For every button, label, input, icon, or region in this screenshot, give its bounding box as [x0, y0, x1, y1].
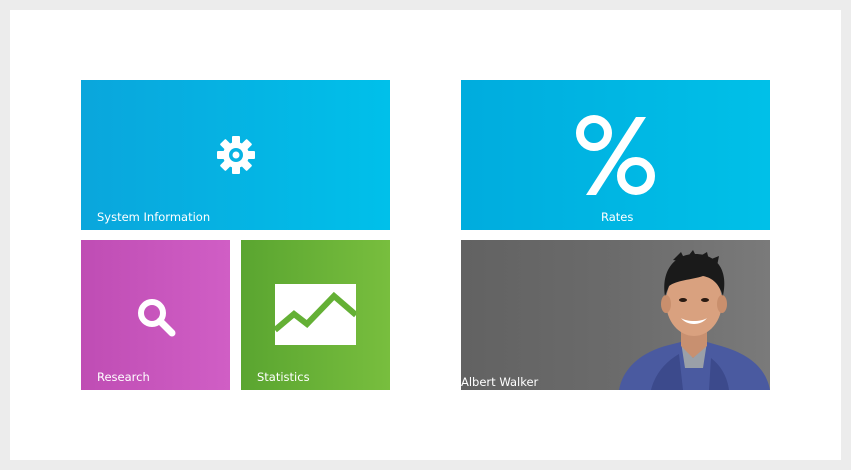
user-profile-tile[interactable]: Albert Walker — [461, 240, 770, 390]
user-photo — [619, 250, 770, 390]
system-information-tile[interactable]: System Information — [81, 80, 390, 230]
research-label: Research — [97, 370, 150, 384]
user-name-label: Albert Walker — [461, 375, 539, 389]
statistics-tile[interactable]: Statistics — [241, 240, 390, 390]
line-chart-icon — [275, 284, 356, 345]
percent-icon — [576, 115, 655, 195]
research-tile[interactable]: Research — [81, 240, 230, 390]
rates-label: Rates — [601, 210, 634, 224]
search-icon — [138, 299, 176, 337]
system-information-label: System Information — [97, 210, 211, 224]
rates-tile[interactable]: Rates — [461, 80, 770, 230]
start-panel — [10, 10, 841, 460]
statistics-label: Statistics — [257, 370, 310, 384]
gear-icon — [217, 136, 255, 174]
